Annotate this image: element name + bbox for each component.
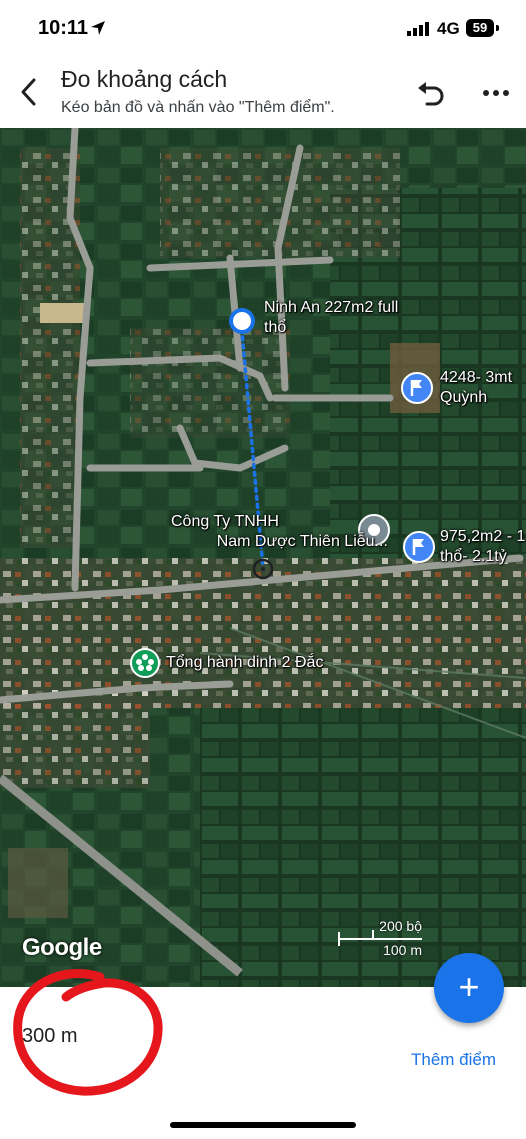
green-place-pin-icon[interactable]: [130, 648, 160, 678]
more-options-icon[interactable]: [480, 80, 512, 106]
place-label-line: Ninh An 227m2 full: [264, 299, 399, 316]
place-label-line: 975,2m2 - 1: [440, 528, 526, 545]
scale-metric: 100 m: [383, 942, 422, 958]
place-label-line: 4248- 3mt: [440, 369, 513, 386]
status-bar: 10:11 4G 59: [0, 0, 526, 58]
place-label-line: Nam Dược Thiên Liễu...: [216, 533, 388, 550]
network-type: 4G: [437, 19, 460, 38]
add-point-button[interactable]: Thêm điểm: [411, 1050, 496, 1070]
scale-tick: [372, 930, 374, 940]
place-label[interactable]: Ninh An 227m2 full thổ: [264, 298, 398, 338]
clock: 10:11: [38, 17, 89, 39]
place-label-line: thổ- 2.1tỷ: [440, 548, 507, 565]
map-scale-bar: 200 bộ 100 m: [338, 918, 426, 962]
place-label-line: Quỳnh: [440, 389, 488, 406]
undo-icon[interactable]: [413, 78, 447, 108]
app-header: Đo khoảng cách Kéo bản đồ và nhấn vào "T…: [0, 58, 526, 128]
flag-pin-icon[interactable]: [403, 531, 435, 563]
home-indicator[interactable]: [170, 1122, 356, 1128]
red-circle-annotation: [13, 969, 163, 1096]
battery-tip: [496, 25, 499, 31]
place-label-line: thổ: [264, 319, 287, 336]
page-title: Đo khoảng cách: [61, 66, 228, 92]
place-label[interactable]: Công Ty TNHH Nam Dược Thiên Liễu...: [171, 512, 388, 552]
page-subtitle: Kéo bản đồ và nhấn vào "Thêm điểm".: [61, 99, 335, 116]
place-label[interactable]: Tổng hành dinh 2 Đắc: [166, 653, 323, 673]
location-arrow-icon: [91, 21, 105, 35]
plus-icon: +: [458, 966, 480, 1007]
start-point-marker[interactable]: [227, 306, 257, 336]
place-label[interactable]: 975,2m2 - 1 thổ- 2.1tỷ: [440, 527, 525, 567]
flag-pin-icon[interactable]: [401, 372, 433, 404]
google-logo: Google: [22, 934, 102, 961]
scale-tick: [338, 932, 340, 946]
battery-icon: 59: [466, 19, 494, 37]
cellular-signal-icon: [407, 22, 429, 36]
satellite-map[interactable]: Ninh An 227m2 full thổ 4248- 3mt Quỳnh C…: [0, 128, 526, 987]
place-label-line: Công Ty TNHH: [171, 513, 279, 530]
back-arrow-icon[interactable]: [14, 72, 46, 112]
place-label[interactable]: 4248- 3mt Quỳnh: [440, 368, 512, 408]
crosshair-marker[interactable]: [251, 557, 275, 581]
place-label-line: Tổng hành dinh 2 Đắc: [166, 654, 324, 671]
scale-imperial: 200 bộ: [379, 918, 422, 934]
scale-line: [338, 938, 422, 940]
add-point-fab[interactable]: +: [434, 953, 504, 1023]
